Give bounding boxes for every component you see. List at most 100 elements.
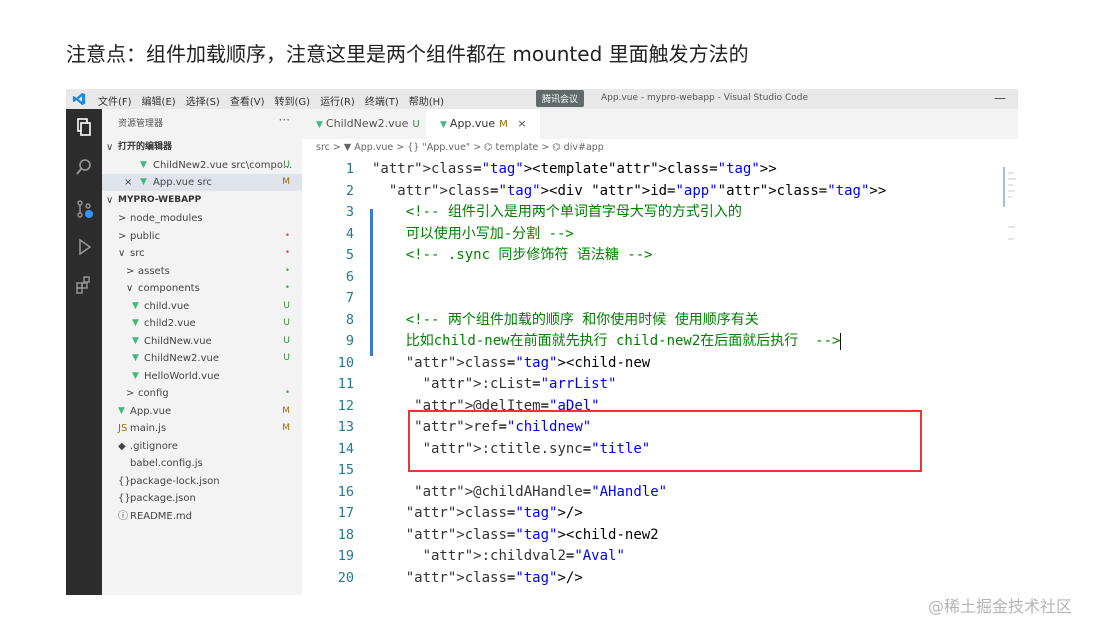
tab-label: ChildNew2.vue	[325, 117, 409, 130]
open-editor-label: ChildNew2.vue src\compo...	[153, 160, 293, 171]
explorer-row[interactable]: ⓘ README.md	[102, 508, 302, 525]
code-text: "attr">class="tag"><template"attr">class…	[372, 161, 777, 177]
line-number: 13	[337, 419, 354, 435]
code-line[interactable]: 11 "attr">:cList="arrList"	[302, 374, 1018, 396]
code-line[interactable]: 19 "attr">:childval2="Aval"	[302, 546, 1018, 568]
menu-bar: 文件(F) 编辑(E) 选择(S) 查看(V) 转到(G) 运行(R) 终端(T) 帮助(H)	[98, 93, 444, 108]
code-text: "attr">class="tag">/>	[405, 569, 583, 586]
explorer-row[interactable]: ▼ App.vue M	[102, 403, 302, 420]
editor-area: ▼ ChildNew2.vue U ▼ App.vue M × src > ▼ App.…	[302, 109, 1018, 595]
line-number: 18	[337, 526, 354, 543]
tree-item-label: ChildNew2.vue	[144, 353, 219, 364]
explorer-row[interactable]: × ▼ App.vue src M	[102, 174, 302, 191]
tree-item-label: components	[138, 283, 200, 294]
code-line[interactable]: 4 可以使用小写加-分割 -->	[302, 224, 1018, 246]
tab-childnew2[interactable]: ▼ ChildNew2.vue U	[302, 109, 426, 139]
chevron-down-icon: ∨	[106, 195, 114, 206]
explorer-row[interactable]: ▼ ChildNew.vue U	[102, 333, 302, 350]
code-line[interactable]: 18 "attr">class="tag"><child-new2	[302, 525, 1018, 547]
file-type-icon: {}	[118, 475, 131, 487]
explorer-row[interactable]: ∨ 打开的编辑器	[102, 139, 302, 156]
line-number: 4	[345, 225, 354, 242]
breadcrumb[interactable]: src > ▼ App.vue > {} "App.vue" > ⌬ templ…	[316, 142, 604, 153]
line-number: 5	[345, 247, 354, 263]
explorer-icon[interactable]	[74, 117, 94, 137]
explorer-row[interactable]: JS main.js M	[102, 420, 302, 437]
chevron-down-icon: ∨	[126, 283, 134, 294]
extensions-icon[interactable]	[74, 275, 94, 295]
more-actions-icon[interactable]: ···	[279, 113, 290, 127]
explorer-row[interactable]: babel.config.js	[102, 455, 302, 472]
explorer-row[interactable]: > assets •	[102, 263, 302, 280]
menu-item[interactable]: 文件(F)	[98, 93, 132, 108]
vue-file-icon: ▼	[132, 335, 139, 346]
file-type-icon: {}	[118, 493, 131, 504]
tab-app-vue[interactable]: ▼ App.vue M ×	[426, 109, 540, 139]
line-number: 2	[345, 182, 354, 199]
code-line[interactable]: 20 "attr">class="tag">/>	[302, 568, 1018, 590]
menu-item[interactable]: 终端(T)	[365, 93, 399, 108]
code-line[interactable]: 2 "attr">class="tag"><div "attr">id="app…	[302, 181, 1018, 203]
code-line[interactable]: 5 <!-- .sync 同步修饰符 语法糖 -->	[302, 245, 1018, 267]
menu-item[interactable]: 编辑(E)	[142, 93, 176, 108]
file-type-icon: ◆	[118, 440, 126, 452]
source-control-icon[interactable]	[74, 199, 94, 219]
code-line[interactable]: 1 "attr">class="tag"><template"attr">clas…	[302, 159, 1018, 181]
explorer-row[interactable]: ▼ child.vue U	[102, 298, 302, 315]
explorer-row[interactable]: ▼ ChildNew2.vue U	[102, 350, 302, 367]
vscode-screenshot: 文件(F) 编辑(E) 选择(S) 查看(V) 转到(G) 运行(R) 终端(T) 帮助(H)…	[66, 85, 1018, 595]
line-number: 10	[337, 354, 354, 371]
code-line[interactable]: 17 "attr">class="tag">/>	[302, 503, 1018, 525]
explorer-title: 资源管理器	[118, 119, 164, 129]
code-line[interactable]: 7	[302, 288, 1018, 310]
explorer-row[interactable]: {} package.json	[102, 490, 302, 507]
code-line[interactable]: 3 <!-- 组件引入是用两个单词首字母大写的方式引入的	[302, 202, 1018, 224]
explorer-row[interactable]: ∨ components •	[102, 280, 302, 297]
minimize-button[interactable]: —	[994, 91, 1006, 105]
git-status-badge: U	[283, 160, 290, 170]
explorer-row[interactable]: ▼ child2.vue U	[102, 315, 302, 332]
menu-item[interactable]: 帮助(H)	[409, 93, 444, 108]
explorer-row[interactable]: ◆ .gitignore	[102, 438, 302, 455]
chevron-right-icon: >	[126, 388, 135, 399]
run-debug-icon[interactable]	[74, 237, 94, 257]
git-status-badge: U	[283, 318, 290, 328]
title-bar: 文件(F) 编辑(E) 选择(S) 查看(V) 转到(G) 运行(R) 终端(T) 帮助(H)…	[66, 89, 1018, 109]
chevron-right-icon: >	[118, 213, 127, 224]
menu-item[interactable]: 转到(G)	[275, 93, 311, 108]
code-line[interactable]: 16 "attr">@childAHandle="AHandle"	[302, 482, 1018, 504]
explorer-row[interactable]: ▼ ChildNew2.vue src\compo... U	[102, 157, 302, 174]
tree-item-label: child.vue	[144, 300, 190, 312]
code-line[interactable]: 9 比如child-new在前面就先执行 child-new2在后面就后执行 -…	[302, 331, 1018, 353]
explorer-row[interactable]: ▼ HelloWorld.vue	[102, 368, 302, 385]
code-line[interactable]: 8 <!-- 两个组件加载的顺序 和你使用时候 使用顺序有关	[302, 310, 1018, 332]
tree-item-label: node_modules	[130, 213, 203, 224]
tree-item-label: public	[130, 230, 161, 242]
section-title: MYPRO-WEBAPP	[118, 195, 202, 205]
close-icon[interactable]: ×	[517, 117, 526, 130]
explorer-row[interactable]: > public •	[102, 228, 302, 245]
vue-file-icon: ▼	[316, 120, 323, 130]
code-line[interactable]: 10 "attr">class="tag"><child-new	[302, 353, 1018, 375]
code-text: "attr">:childval2="Aval"	[422, 548, 625, 564]
window-title: App.vue - mypro-webapp - Visual Studio C…	[601, 93, 809, 103]
git-status-badge: M	[282, 423, 290, 433]
line-number: 11	[337, 376, 354, 392]
editor-tabs: ▼ ChildNew2.vue U ▼ App.vue M ×	[302, 109, 1018, 139]
line-number: 3	[345, 204, 354, 220]
explorer-row[interactable]: > config •	[102, 385, 302, 402]
code-line[interactable]: 6	[302, 267, 1018, 289]
menu-item[interactable]: 运行(R)	[320, 93, 355, 108]
explorer-row[interactable]: ∨ MYPRO-WEBAPP	[102, 192, 302, 209]
meeting-badge[interactable]: 腾讯会议	[536, 90, 585, 107]
explorer-row[interactable]: > node_modules	[102, 210, 302, 227]
git-status-badge: U	[283, 300, 290, 311]
minimap[interactable]	[1002, 167, 1018, 287]
menu-item[interactable]: 查看(V)	[230, 93, 265, 108]
explorer-row[interactable]: {} package-lock.json	[102, 473, 302, 490]
menu-item[interactable]: 选择(S)	[186, 93, 220, 108]
search-icon[interactable]	[74, 157, 94, 177]
line-number: 15	[337, 462, 354, 478]
tree-item-label: HelloWorld.vue	[144, 370, 220, 382]
explorer-row[interactable]: ∨ src •	[102, 245, 302, 262]
